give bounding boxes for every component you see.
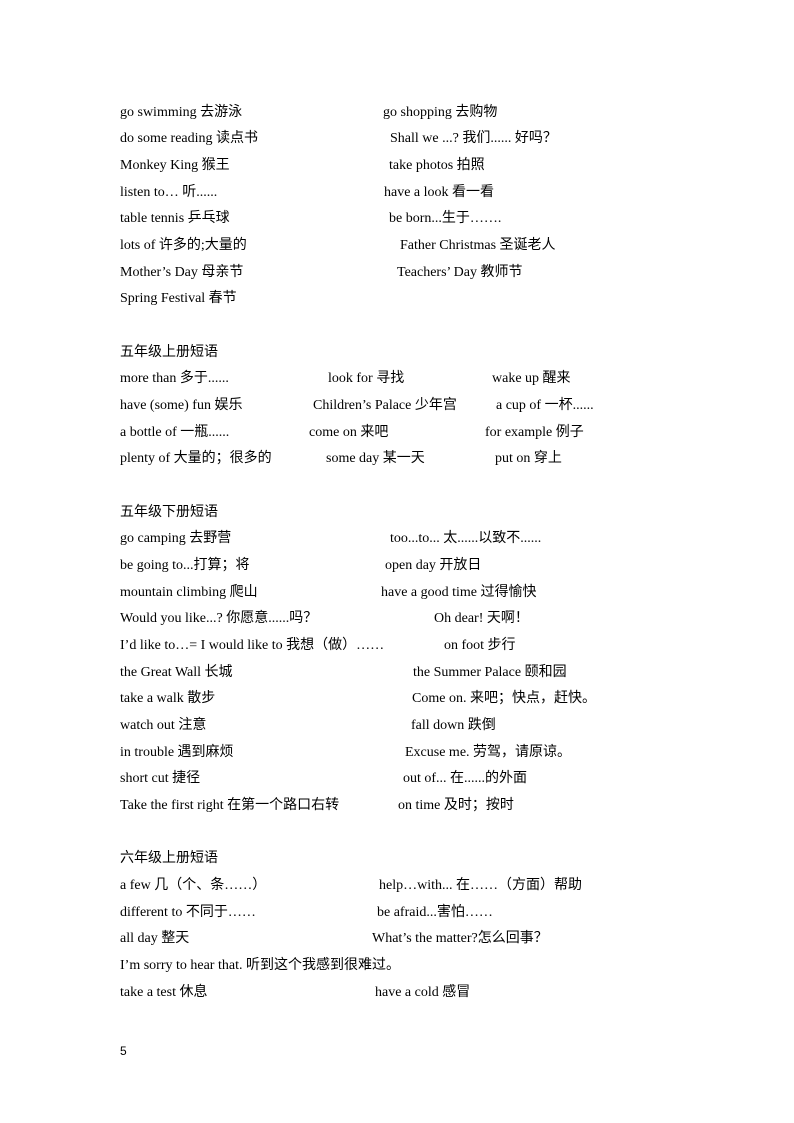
phrase: Father Christmas 圣诞老人 [400, 238, 556, 253]
phrase: be afraid...害怕…… [377, 905, 493, 920]
document-page: go swimming 去游泳 go shopping 去购物 do some … [0, 0, 794, 1123]
phrase: Spring Festival 春节 [120, 291, 237, 306]
phrase: mountain climbing 爬山 [120, 585, 258, 600]
phrase: help…with... 在……（方面）帮助 [379, 878, 582, 893]
phrase: Would you like...? 你愿意......吗？ [120, 611, 318, 626]
phrase: in trouble 遇到麻烦 [120, 745, 234, 760]
phrase: plenty of 大量的；很多的 [120, 451, 272, 466]
page-number: 5 [120, 1044, 127, 1058]
phrase: have (some) fun 娱乐 [120, 398, 243, 413]
phrase: Excuse me. 劳驾，请原谅。 [405, 745, 572, 760]
phrase: short cut 捷径 [120, 771, 201, 786]
phrase: some day 某一天 [326, 451, 425, 466]
phrase: table tennis 乒乓球 [120, 211, 230, 226]
phrase: a bottle of 一瓶...... [120, 425, 230, 440]
phrase: have a good time 过得愉快 [381, 585, 537, 600]
phrase: go camping 去野营 [120, 531, 232, 546]
phrase: listen to… 听...... [120, 185, 218, 200]
phrase: different to 不同于…… [120, 905, 256, 920]
phrase: have a look 看一看 [384, 185, 495, 200]
phrase: the Great Wall 长城 [120, 665, 233, 680]
phrase: too...to... 太......以致不...... [390, 531, 542, 546]
phrase: come on 来吧 [309, 425, 389, 440]
phrase: Take the first right 在第一个路口右转 [120, 798, 340, 813]
section-heading: 六年级上册短语 [120, 851, 218, 866]
phrase: Monkey King 猴王 [120, 158, 230, 173]
phrase: I’m sorry to hear that. 听到这个我感到很难过。 [120, 958, 400, 973]
phrase: Come on. 来吧；快点，赶快。 [412, 691, 596, 706]
phrase: What’s the matter?怎么回事？ [372, 931, 548, 946]
phrase: go swimming 去游泳 [120, 105, 243, 120]
phrase: lots of 许多的;大量的 [120, 238, 247, 253]
phrase: open day 开放日 [385, 558, 482, 573]
phrase: look for 寻找 [328, 371, 405, 386]
phrase: Teachers’ Day 教师节 [397, 265, 523, 280]
phrase: take a walk 散步 [120, 691, 216, 706]
phrase: have a cold 感冒 [375, 985, 471, 1000]
phrase: more than 多于...... [120, 371, 229, 386]
phrase: do some reading 读点书 [120, 131, 259, 146]
phrase: the Summer Palace 颐和园 [413, 665, 567, 680]
phrase: out of... 在......的外面 [403, 771, 528, 786]
phrase: go shopping 去购物 [383, 105, 498, 120]
phrase: be going to...打算；将 [120, 558, 250, 573]
phrase: put on 穿上 [495, 451, 562, 466]
phrase: Shall we ...? 我们...... 好吗？ [390, 131, 557, 146]
phrase: Mother’s Day 母亲节 [120, 265, 244, 280]
phrase: fall down 跌倒 [411, 718, 496, 733]
phrase: wake up 醒来 [492, 371, 571, 386]
phrase: take a test 休息 [120, 985, 208, 1000]
phrase: a cup of 一杯...... [496, 398, 594, 413]
phrase: Children’s Palace 少年宫 [313, 398, 457, 413]
phrase: a few 几（个、条……） [120, 878, 267, 893]
phrase: Oh dear! 天啊！ [434, 611, 529, 626]
section-heading: 五年级下册短语 [120, 505, 218, 520]
phrase: for example 例子 [485, 425, 584, 440]
phrase: I’d like to…= I would like to 我想（做）…… [120, 638, 385, 653]
phrase: take photos 拍照 [389, 158, 485, 173]
phrase: on time 及时；按时 [398, 798, 514, 813]
phrase: be born...生于……. [389, 211, 502, 226]
section-heading: 五年级上册短语 [120, 345, 218, 360]
phrase: all day 整天 [120, 931, 190, 946]
phrase: watch out 注意 [120, 718, 207, 733]
phrase: on foot 步行 [444, 638, 516, 653]
